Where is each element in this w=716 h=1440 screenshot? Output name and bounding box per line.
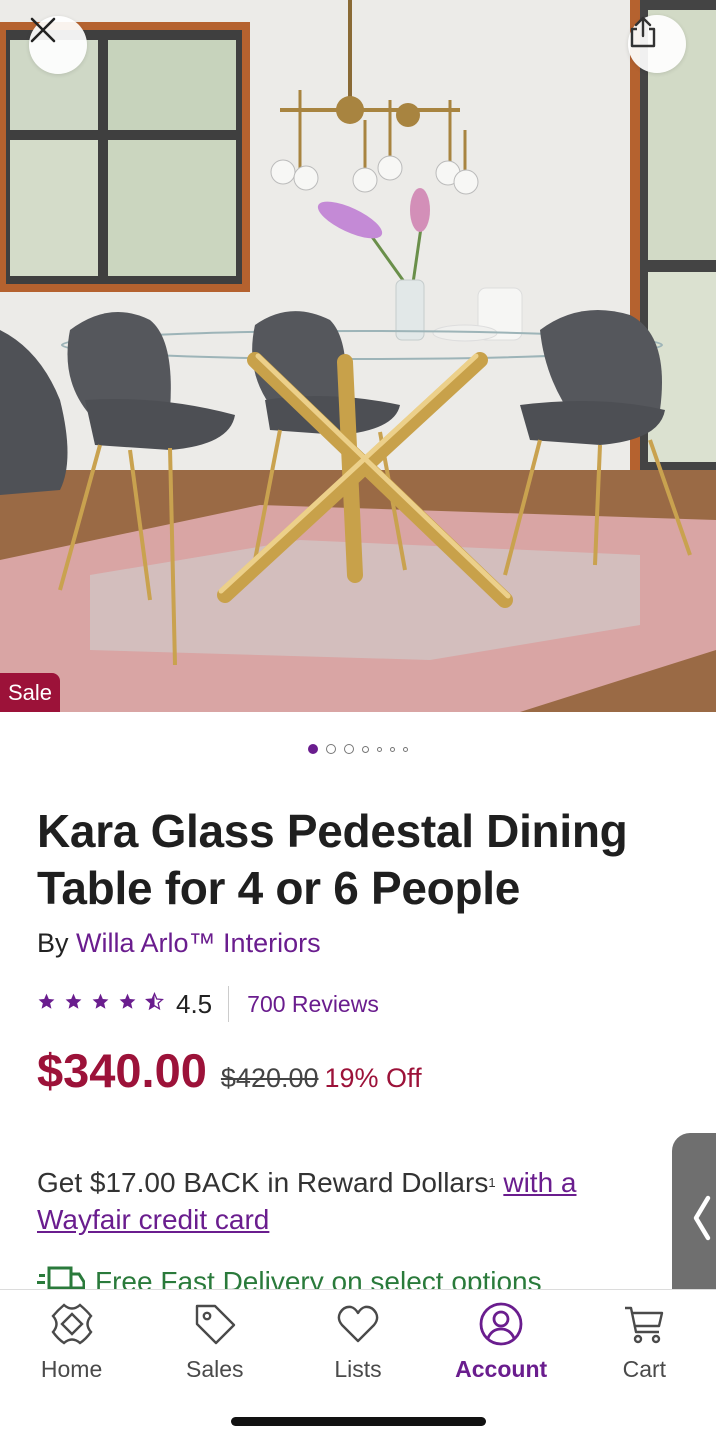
star-icon (91, 992, 110, 1016)
price-row: $340.00 $420.00 19% Off (37, 1043, 422, 1098)
chevron-left-icon (691, 1194, 713, 1247)
product-title: Kara Glass Pedestal Dining Table for 4 o… (37, 805, 628, 914)
rating-value: 4.5 (176, 988, 213, 1019)
side-drawer-tab[interactable] (672, 1133, 716, 1307)
nav-lists[interactable]: Lists (286, 1300, 429, 1383)
bottom-nav: Home Sales Lists Account Cart (0, 1289, 716, 1440)
carousel-dot[interactable] (362, 745, 369, 753)
carousel-dot[interactable] (390, 746, 395, 752)
half-star-icon (145, 991, 164, 1016)
divider (228, 986, 230, 1022)
reward-info: Get $17.00 BACK in Reward Dollars1 with … (37, 1164, 657, 1238)
home-indicator (231, 1417, 486, 1426)
sale-price: $340.00 (37, 1044, 207, 1097)
nav-cart[interactable]: Cart (573, 1300, 716, 1383)
reward-footnote: 1 (488, 1175, 496, 1190)
carousel-dot[interactable] (326, 744, 336, 754)
carousel-indicator[interactable] (0, 744, 716, 754)
carousel-dot[interactable] (377, 746, 382, 752)
close-button[interactable] (29, 16, 87, 74)
tag-icon (193, 1300, 237, 1348)
sale-badge: Sale (0, 673, 61, 712)
delivery-info[interactable]: Free Fast Delivery on select options (37, 1264, 542, 1289)
share-button[interactable] (628, 15, 686, 73)
reward-text: Get $17.00 BACK in Reward Dollars (37, 1167, 489, 1198)
nav-label: Cart (622, 1356, 667, 1382)
product-photo (0, 0, 716, 712)
heart-icon (336, 1300, 380, 1348)
nav-account[interactable]: Account (430, 1300, 573, 1383)
truck-icon (37, 1264, 86, 1289)
nav-label: Home (40, 1356, 103, 1382)
product-image[interactable]: Sale (0, 0, 716, 712)
home-icon (50, 1300, 94, 1348)
reviews-link[interactable]: 700 Reviews (247, 991, 379, 1018)
star-icon (64, 992, 83, 1016)
brand-prefix: By (37, 928, 69, 958)
nav-label: Account (455, 1356, 548, 1382)
nav-label: Lists (334, 1356, 382, 1382)
nav-sales[interactable]: Sales (143, 1300, 286, 1383)
cart-icon (622, 1300, 666, 1348)
brand-link[interactable]: Willa Arlo™ Interiors (76, 928, 321, 958)
discount-label: 19% Off (324, 1063, 422, 1093)
user-icon (478, 1300, 524, 1348)
star-icon (118, 992, 137, 1016)
nav-home[interactable]: Home (0, 1300, 143, 1383)
carousel-dot[interactable] (403, 746, 408, 752)
carousel-dot[interactable] (344, 744, 354, 754)
nav-label: Sales (186, 1356, 244, 1382)
brand-line: By Willa Arlo™ Interiors (37, 928, 321, 959)
delivery-text: Free Fast Delivery on select options (95, 1266, 542, 1289)
star-icon (37, 992, 56, 1016)
star-rating (37, 991, 164, 1016)
original-price: $420.00 (220, 1063, 319, 1093)
carousel-dot[interactable] (308, 744, 318, 754)
rating-row: 4.5 700 Reviews (37, 984, 379, 1024)
